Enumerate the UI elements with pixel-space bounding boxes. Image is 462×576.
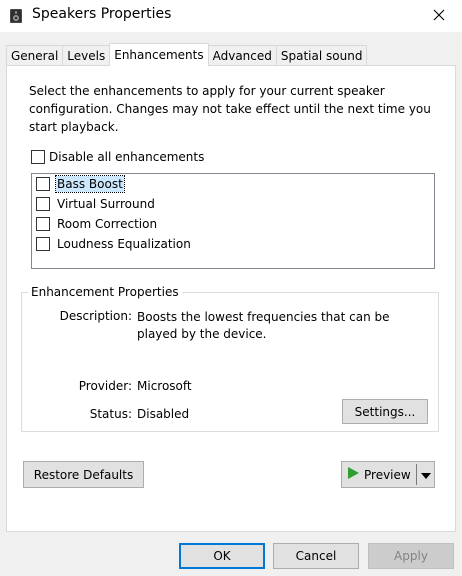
- list-item-room-correction[interactable]: Room Correction: [36, 215, 158, 233]
- tab-spatial-sound[interactable]: Spatial sound: [275, 45, 368, 66]
- status-label: Status:: [89, 407, 132, 421]
- list-item-label: Room Correction: [57, 217, 158, 231]
- preview-split-button: Preview: [341, 461, 435, 488]
- speakers-properties-dialog: Speakers Properties General Levels Enhan…: [0, 0, 462, 576]
- tab-label: Advanced: [212, 49, 272, 63]
- bass-boost-checkbox[interactable]: [36, 177, 50, 191]
- tab-advanced[interactable]: Advanced: [207, 45, 277, 66]
- enhancement-properties-group: Enhancement Properties Description: Boos…: [21, 284, 439, 432]
- restore-defaults-button[interactable]: Restore Defaults: [23, 461, 144, 488]
- provider-value: Microsoft: [137, 379, 192, 393]
- enhancements-panel: Select the enhancements to apply for you…: [6, 65, 456, 532]
- apply-button[interactable]: Apply: [368, 543, 454, 569]
- window-title: Speakers Properties: [32, 6, 172, 22]
- provider-label: Provider:: [78, 379, 132, 393]
- tab-label: Spatial sound: [280, 49, 363, 63]
- enhancements-description: Select the enhancements to apply for you…: [29, 84, 431, 134]
- list-item-bass-boost[interactable]: Bass Boost: [36, 175, 125, 193]
- settings-button[interactable]: Settings...: [342, 399, 428, 424]
- tab-label: Levels: [67, 49, 106, 63]
- list-item-label: Virtual Surround: [57, 197, 155, 211]
- list-item-loudness-equalization[interactable]: Loudness Equalization: [36, 235, 192, 253]
- list-item-label: Bass Boost: [55, 175, 125, 193]
- preview-label: Preview: [364, 467, 411, 482]
- preview-button[interactable]: Preview: [342, 462, 416, 487]
- description-value: Boosts the lowest frequencies that can b…: [137, 310, 390, 341]
- ok-button[interactable]: OK: [179, 543, 265, 569]
- tab-label: General: [11, 49, 59, 63]
- play-icon: [346, 466, 360, 483]
- enhancements-list[interactable]: Bass Boost Virtual Surround Room Correct…: [31, 173, 435, 269]
- chevron-down-icon: [420, 468, 431, 482]
- preview-dropdown-button[interactable]: [417, 462, 434, 487]
- disable-all-row[interactable]: Disable all enhancements: [31, 150, 204, 164]
- group-title: Enhancement Properties: [28, 284, 182, 300]
- speaker-icon: [8, 8, 24, 24]
- tab-general[interactable]: General: [6, 45, 64, 66]
- close-icon: [433, 9, 445, 24]
- disable-all-checkbox[interactable]: [31, 150, 45, 164]
- list-item-label: Loudness Equalization: [57, 237, 191, 251]
- close-button[interactable]: [416, 0, 462, 32]
- loudness-equalization-checkbox[interactable]: [36, 237, 50, 251]
- room-correction-checkbox[interactable]: [36, 217, 50, 231]
- virtual-surround-checkbox[interactable]: [36, 197, 50, 211]
- tab-enhancements[interactable]: Enhancements: [109, 43, 209, 66]
- disable-all-label: Disable all enhancements: [49, 150, 205, 164]
- tab-strip: General Levels Enhancements Advanced Spa…: [6, 43, 368, 66]
- status-value: Disabled: [137, 407, 190, 421]
- cancel-button[interactable]: Cancel: [273, 543, 359, 569]
- title-bar: Speakers Properties: [0, 0, 462, 32]
- tab-levels[interactable]: Levels: [62, 45, 111, 66]
- tab-label: Enhancements: [114, 48, 204, 62]
- list-item-virtual-surround[interactable]: Virtual Surround: [36, 195, 156, 213]
- description-label: Description:: [59, 309, 132, 323]
